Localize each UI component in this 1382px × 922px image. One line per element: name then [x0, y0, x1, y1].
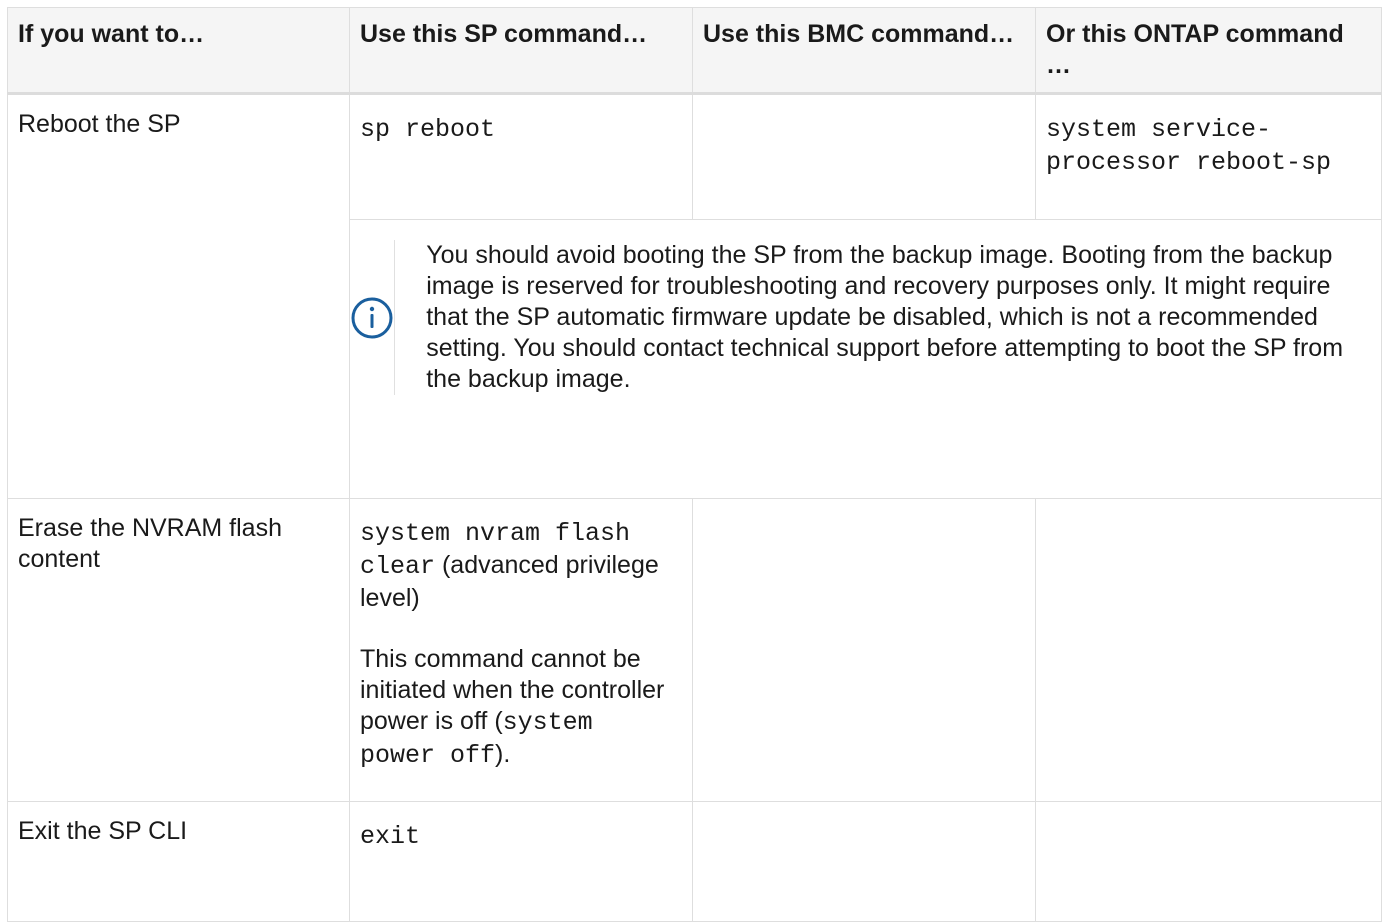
sp-command-code: sp reboot: [360, 115, 495, 144]
note-icon-container: [350, 240, 394, 395]
sp-command-note: This command cannot be initiated when th…: [360, 644, 682, 772]
admonition-note: You should avoid booting the SP from the…: [350, 220, 1381, 415]
sp-command-note-suffix: ).: [495, 740, 510, 768]
sp-command-cell: sp reboot: [350, 94, 693, 220]
header-action: If you want to…: [8, 8, 350, 94]
header-bmc-command: Use this BMC command…: [693, 8, 1036, 94]
table-row: Erase the NVRAM flash content system nvr…: [8, 499, 1382, 802]
note-text: You should avoid booting the SP from the…: [394, 240, 1381, 395]
bmc-command-cell: [693, 802, 1036, 922]
sp-command-code: exit: [360, 822, 420, 851]
bmc-command-cell: [693, 499, 1036, 802]
sp-command-text: system nvram flash clear (advanced privi…: [360, 517, 682, 614]
action-cell: Reboot the SP: [8, 94, 350, 499]
bmc-command-cell: [693, 94, 1036, 220]
table-row: Exit the SP CLI exit: [8, 802, 1382, 922]
command-table: If you want to… Use this SP command… Use…: [7, 7, 1382, 922]
ontap-command-cell: [1036, 802, 1382, 922]
header-ontap-command: Or this ONTAP command …: [1036, 8, 1382, 94]
ontap-command-code: system service-processor reboot-sp: [1046, 115, 1331, 177]
info-icon: [350, 296, 394, 340]
ontap-command-cell: system service-processor reboot-sp: [1036, 94, 1382, 220]
sp-command-cell: system nvram flash clear (advanced privi…: [350, 499, 693, 802]
action-cell: Erase the NVRAM flash content: [8, 499, 350, 802]
note-cell: You should avoid booting the SP from the…: [350, 220, 1382, 499]
header-sp-command: Use this SP command…: [350, 8, 693, 94]
action-cell: Exit the SP CLI: [8, 802, 350, 922]
sp-command-cell: exit: [350, 802, 693, 922]
table-header-row: If you want to… Use this SP command… Use…: [8, 8, 1382, 94]
ontap-command-cell: [1036, 499, 1382, 802]
table-row: Reboot the SP sp reboot system service-p…: [8, 94, 1382, 220]
